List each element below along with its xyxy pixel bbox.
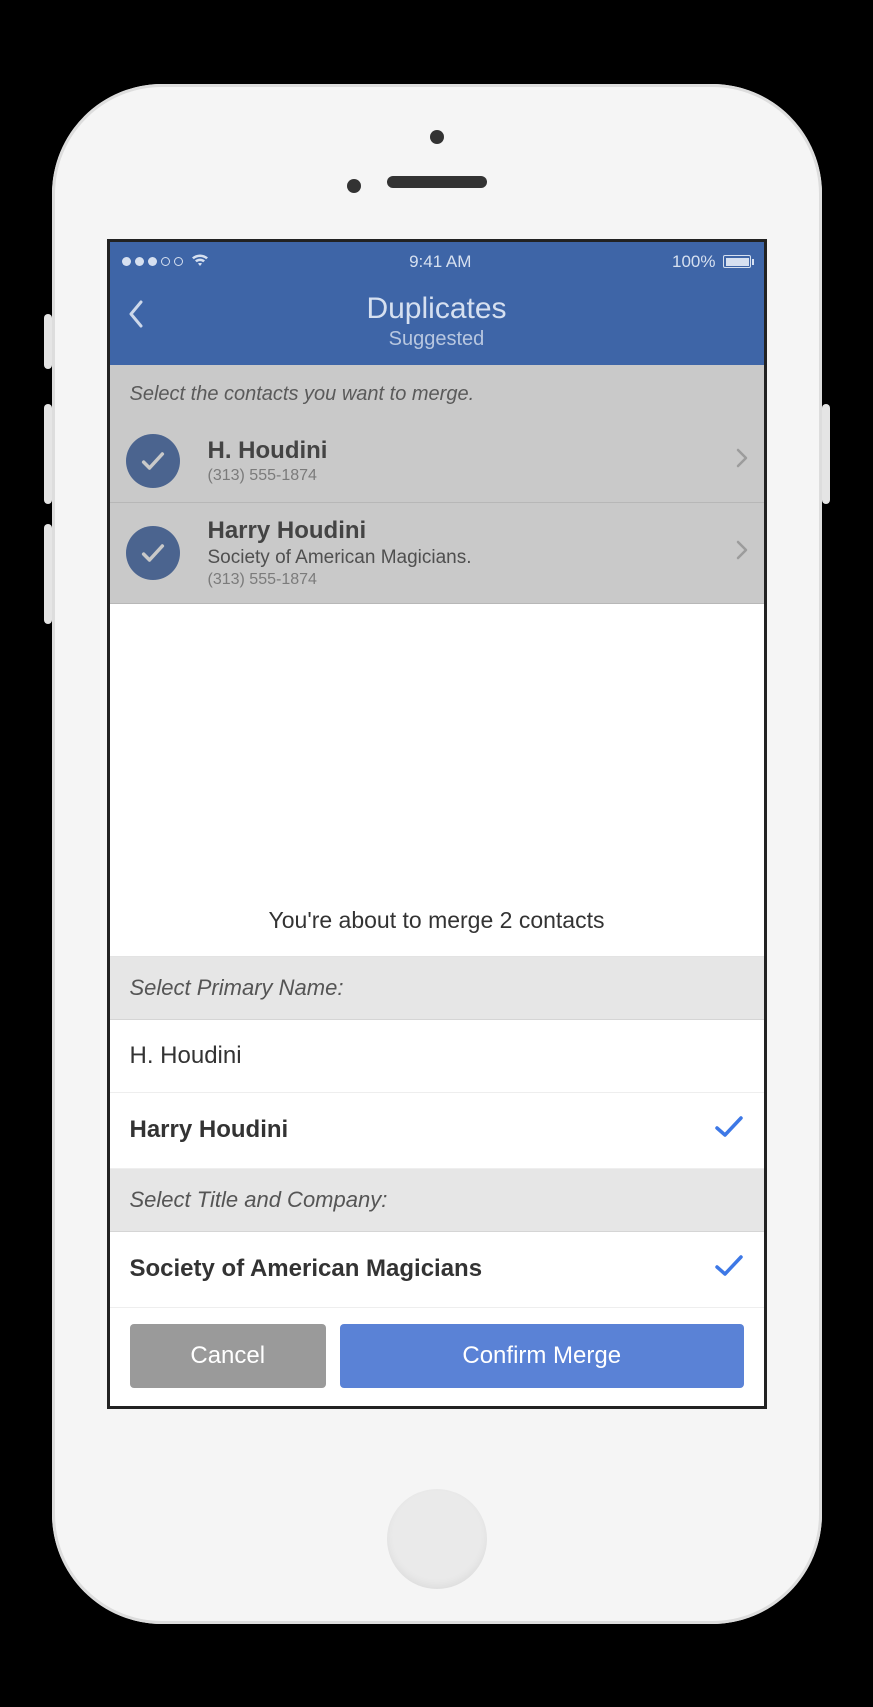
sheet-title: You're about to merge 2 contacts <box>110 885 764 957</box>
button-bar: Cancel Confirm Merge <box>110 1308 764 1406</box>
instruction-text: Select the contacts you want to merge. <box>110 365 764 420</box>
phone-side-button <box>44 314 52 369</box>
primary-name-option[interactable]: H. Houdini <box>110 1020 764 1093</box>
wifi-icon <box>191 251 209 272</box>
merge-sheet: You're about to merge 2 contacts Select … <box>110 885 764 1406</box>
battery-icon <box>723 255 751 268</box>
background-content: Select the contacts you want to merge. H… <box>110 365 764 604</box>
contact-name: H. Houdini <box>208 437 736 465</box>
phone-side-button <box>44 404 52 504</box>
checkmark-icon <box>714 1115 744 1146</box>
battery-percentage: 100% <box>672 252 715 272</box>
confirm-merge-button[interactable]: Confirm Merge <box>340 1324 744 1388</box>
contact-detail: Society of American Magicians. <box>208 547 736 569</box>
page-title: Duplicates <box>110 292 764 326</box>
home-button[interactable] <box>387 1489 487 1589</box>
status-time: 9:41 AM <box>409 252 471 272</box>
contact-row[interactable]: Harry Houdini Society of American Magici… <box>110 503 764 604</box>
chevron-right-icon <box>736 448 748 474</box>
phone-camera <box>430 130 444 144</box>
phone-speaker <box>387 176 487 188</box>
section-header-company: Select Title and Company: <box>110 1169 764 1232</box>
company-option[interactable]: Society of American Magicians <box>110 1232 764 1308</box>
option-label: H. Houdini <box>130 1042 242 1070</box>
back-button[interactable] <box>128 300 144 328</box>
section-header-primary: Select Primary Name: <box>110 957 764 1020</box>
contact-phone: (313) 555-1874 <box>208 571 736 589</box>
page-subtitle: Suggested <box>110 328 764 351</box>
contact-name: Harry Houdini <box>208 517 736 545</box>
nav-bar: Duplicates Suggested <box>110 282 764 365</box>
checkmark-circle-icon <box>126 434 180 488</box>
phone-side-button <box>822 404 830 504</box>
option-label: Harry Houdini <box>130 1116 289 1144</box>
phone-frame: 9:41 AM 100% Duplicates Suggested Select… <box>52 84 822 1624</box>
chevron-right-icon <box>736 540 748 566</box>
status-bar: 9:41 AM 100% <box>110 242 764 282</box>
phone-sensor <box>347 179 361 193</box>
option-label: Society of American Magicians <box>130 1255 483 1283</box>
phone-side-button <box>44 524 52 624</box>
signal-dots-icon <box>122 257 183 266</box>
contact-phone: (313) 555-1874 <box>208 467 736 485</box>
checkmark-circle-icon <box>126 526 180 580</box>
screen: 9:41 AM 100% Duplicates Suggested Select… <box>107 239 767 1409</box>
cancel-button[interactable]: Cancel <box>130 1324 326 1388</box>
contact-row[interactable]: H. Houdini (313) 555-1874 <box>110 420 764 503</box>
primary-name-option[interactable]: Harry Houdini <box>110 1093 764 1169</box>
checkmark-icon <box>714 1254 744 1285</box>
